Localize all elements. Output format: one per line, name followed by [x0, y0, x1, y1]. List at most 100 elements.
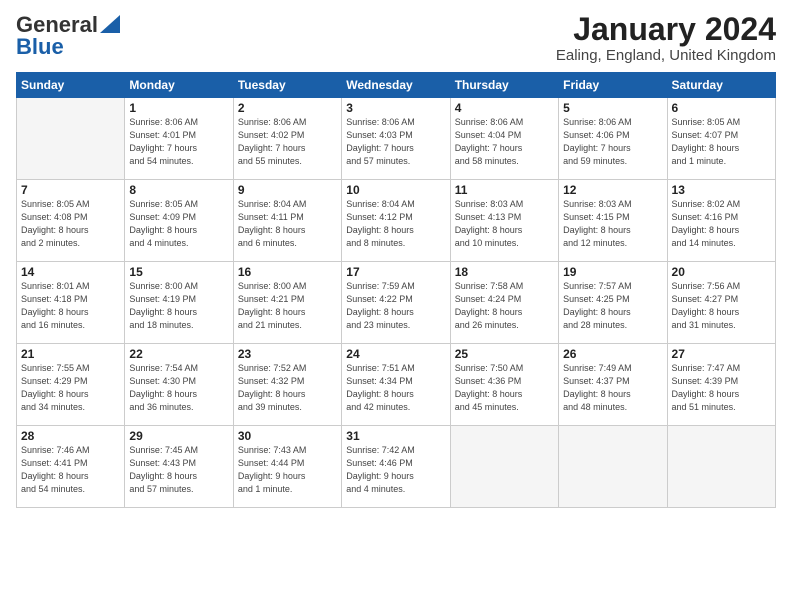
day-number: 23: [238, 347, 337, 361]
logo-icon: [100, 15, 120, 33]
day-info: Sunrise: 8:06 AMSunset: 4:04 PMDaylight:…: [455, 116, 554, 168]
calendar-cell: 2Sunrise: 8:06 AMSunset: 4:02 PMDaylight…: [233, 98, 341, 180]
day-number: 22: [129, 347, 228, 361]
day-number: 2: [238, 101, 337, 115]
day-info: Sunrise: 8:05 AMSunset: 4:07 PMDaylight:…: [672, 116, 771, 168]
header-wednesday: Wednesday: [342, 73, 450, 98]
calendar-cell: 4Sunrise: 8:06 AMSunset: 4:04 PMDaylight…: [450, 98, 558, 180]
calendar-cell: 31Sunrise: 7:42 AMSunset: 4:46 PMDayligh…: [342, 426, 450, 508]
day-info: Sunrise: 7:47 AMSunset: 4:39 PMDaylight:…: [672, 362, 771, 414]
calendar-cell: 12Sunrise: 8:03 AMSunset: 4:15 PMDayligh…: [559, 180, 667, 262]
calendar-table: Sunday Monday Tuesday Wednesday Thursday…: [16, 72, 776, 508]
logo: General Blue: [16, 12, 120, 60]
calendar-cell: [559, 426, 667, 508]
day-number: 10: [346, 183, 445, 197]
day-info: Sunrise: 7:54 AMSunset: 4:30 PMDaylight:…: [129, 362, 228, 414]
day-info: Sunrise: 8:02 AMSunset: 4:16 PMDaylight:…: [672, 198, 771, 250]
calendar-cell: 26Sunrise: 7:49 AMSunset: 4:37 PMDayligh…: [559, 344, 667, 426]
day-number: 9: [238, 183, 337, 197]
calendar-cell: 11Sunrise: 8:03 AMSunset: 4:13 PMDayligh…: [450, 180, 558, 262]
day-info: Sunrise: 7:59 AMSunset: 4:22 PMDaylight:…: [346, 280, 445, 332]
header: General Blue January 2024 Ealing, Englan…: [16, 12, 776, 64]
day-number: 28: [21, 429, 120, 443]
header-saturday: Saturday: [667, 73, 775, 98]
day-info: Sunrise: 8:05 AMSunset: 4:09 PMDaylight:…: [129, 198, 228, 250]
calendar-cell: [17, 98, 125, 180]
day-info: Sunrise: 8:03 AMSunset: 4:15 PMDaylight:…: [563, 198, 662, 250]
calendar-cell: [450, 426, 558, 508]
day-info: Sunrise: 7:43 AMSunset: 4:44 PMDaylight:…: [238, 444, 337, 496]
day-info: Sunrise: 8:06 AMSunset: 4:02 PMDaylight:…: [238, 116, 337, 168]
calendar-cell: 22Sunrise: 7:54 AMSunset: 4:30 PMDayligh…: [125, 344, 233, 426]
day-number: 18: [455, 265, 554, 279]
day-number: 24: [346, 347, 445, 361]
day-number: 1: [129, 101, 228, 115]
calendar-cell: 21Sunrise: 7:55 AMSunset: 4:29 PMDayligh…: [17, 344, 125, 426]
calendar-cell: [667, 426, 775, 508]
calendar-cell: 10Sunrise: 8:04 AMSunset: 4:12 PMDayligh…: [342, 180, 450, 262]
day-number: 26: [563, 347, 662, 361]
day-info: Sunrise: 8:03 AMSunset: 4:13 PMDaylight:…: [455, 198, 554, 250]
day-info: Sunrise: 8:05 AMSunset: 4:08 PMDaylight:…: [21, 198, 120, 250]
day-info: Sunrise: 8:00 AMSunset: 4:21 PMDaylight:…: [238, 280, 337, 332]
calendar-cell: 9Sunrise: 8:04 AMSunset: 4:11 PMDaylight…: [233, 180, 341, 262]
day-info: Sunrise: 7:56 AMSunset: 4:27 PMDaylight:…: [672, 280, 771, 332]
calendar-cell: 7Sunrise: 8:05 AMSunset: 4:08 PMDaylight…: [17, 180, 125, 262]
day-info: Sunrise: 7:55 AMSunset: 4:29 PMDaylight:…: [21, 362, 120, 414]
day-info: Sunrise: 8:06 AMSunset: 4:06 PMDaylight:…: [563, 116, 662, 168]
calendar-cell: 16Sunrise: 8:00 AMSunset: 4:21 PMDayligh…: [233, 262, 341, 344]
calendar-cell: 1Sunrise: 8:06 AMSunset: 4:01 PMDaylight…: [125, 98, 233, 180]
week-row-2: 14Sunrise: 8:01 AMSunset: 4:18 PMDayligh…: [17, 262, 776, 344]
day-number: 25: [455, 347, 554, 361]
day-info: Sunrise: 7:52 AMSunset: 4:32 PMDaylight:…: [238, 362, 337, 414]
day-number: 7: [21, 183, 120, 197]
header-tuesday: Tuesday: [233, 73, 341, 98]
day-info: Sunrise: 7:42 AMSunset: 4:46 PMDaylight:…: [346, 444, 445, 496]
calendar-cell: 8Sunrise: 8:05 AMSunset: 4:09 PMDaylight…: [125, 180, 233, 262]
day-info: Sunrise: 7:49 AMSunset: 4:37 PMDaylight:…: [563, 362, 662, 414]
calendar-cell: 17Sunrise: 7:59 AMSunset: 4:22 PMDayligh…: [342, 262, 450, 344]
day-number: 29: [129, 429, 228, 443]
week-row-3: 21Sunrise: 7:55 AMSunset: 4:29 PMDayligh…: [17, 344, 776, 426]
header-friday: Friday: [559, 73, 667, 98]
calendar-cell: 25Sunrise: 7:50 AMSunset: 4:36 PMDayligh…: [450, 344, 558, 426]
day-number: 13: [672, 183, 771, 197]
day-number: 19: [563, 265, 662, 279]
day-number: 3: [346, 101, 445, 115]
day-number: 21: [21, 347, 120, 361]
day-number: 17: [346, 265, 445, 279]
day-number: 14: [21, 265, 120, 279]
day-info: Sunrise: 8:04 AMSunset: 4:12 PMDaylight:…: [346, 198, 445, 250]
day-info: Sunrise: 7:57 AMSunset: 4:25 PMDaylight:…: [563, 280, 662, 332]
day-number: 31: [346, 429, 445, 443]
calendar-cell: 18Sunrise: 7:58 AMSunset: 4:24 PMDayligh…: [450, 262, 558, 344]
title-block: January 2024 Ealing, England, United Kin…: [556, 12, 776, 64]
day-info: Sunrise: 7:45 AMSunset: 4:43 PMDaylight:…: [129, 444, 228, 496]
day-number: 11: [455, 183, 554, 197]
calendar-cell: 15Sunrise: 8:00 AMSunset: 4:19 PMDayligh…: [125, 262, 233, 344]
day-info: Sunrise: 8:06 AMSunset: 4:03 PMDaylight:…: [346, 116, 445, 168]
weekday-header-row: Sunday Monday Tuesday Wednesday Thursday…: [17, 73, 776, 98]
day-info: Sunrise: 7:50 AMSunset: 4:36 PMDaylight:…: [455, 362, 554, 414]
day-info: Sunrise: 8:00 AMSunset: 4:19 PMDaylight:…: [129, 280, 228, 332]
header-sunday: Sunday: [17, 73, 125, 98]
calendar-cell: 3Sunrise: 8:06 AMSunset: 4:03 PMDaylight…: [342, 98, 450, 180]
month-title: January 2024: [556, 12, 776, 47]
main-container: General Blue January 2024 Ealing, Englan…: [0, 0, 792, 612]
week-row-1: 7Sunrise: 8:05 AMSunset: 4:08 PMDaylight…: [17, 180, 776, 262]
day-info: Sunrise: 8:06 AMSunset: 4:01 PMDaylight:…: [129, 116, 228, 168]
calendar-cell: 20Sunrise: 7:56 AMSunset: 4:27 PMDayligh…: [667, 262, 775, 344]
calendar-cell: 19Sunrise: 7:57 AMSunset: 4:25 PMDayligh…: [559, 262, 667, 344]
day-info: Sunrise: 8:04 AMSunset: 4:11 PMDaylight:…: [238, 198, 337, 250]
day-number: 8: [129, 183, 228, 197]
header-monday: Monday: [125, 73, 233, 98]
calendar-cell: 13Sunrise: 8:02 AMSunset: 4:16 PMDayligh…: [667, 180, 775, 262]
day-number: 30: [238, 429, 337, 443]
day-number: 20: [672, 265, 771, 279]
day-number: 6: [672, 101, 771, 115]
week-row-0: 1Sunrise: 8:06 AMSunset: 4:01 PMDaylight…: [17, 98, 776, 180]
day-info: Sunrise: 7:46 AMSunset: 4:41 PMDaylight:…: [21, 444, 120, 496]
day-number: 16: [238, 265, 337, 279]
day-number: 12: [563, 183, 662, 197]
calendar-cell: 23Sunrise: 7:52 AMSunset: 4:32 PMDayligh…: [233, 344, 341, 426]
